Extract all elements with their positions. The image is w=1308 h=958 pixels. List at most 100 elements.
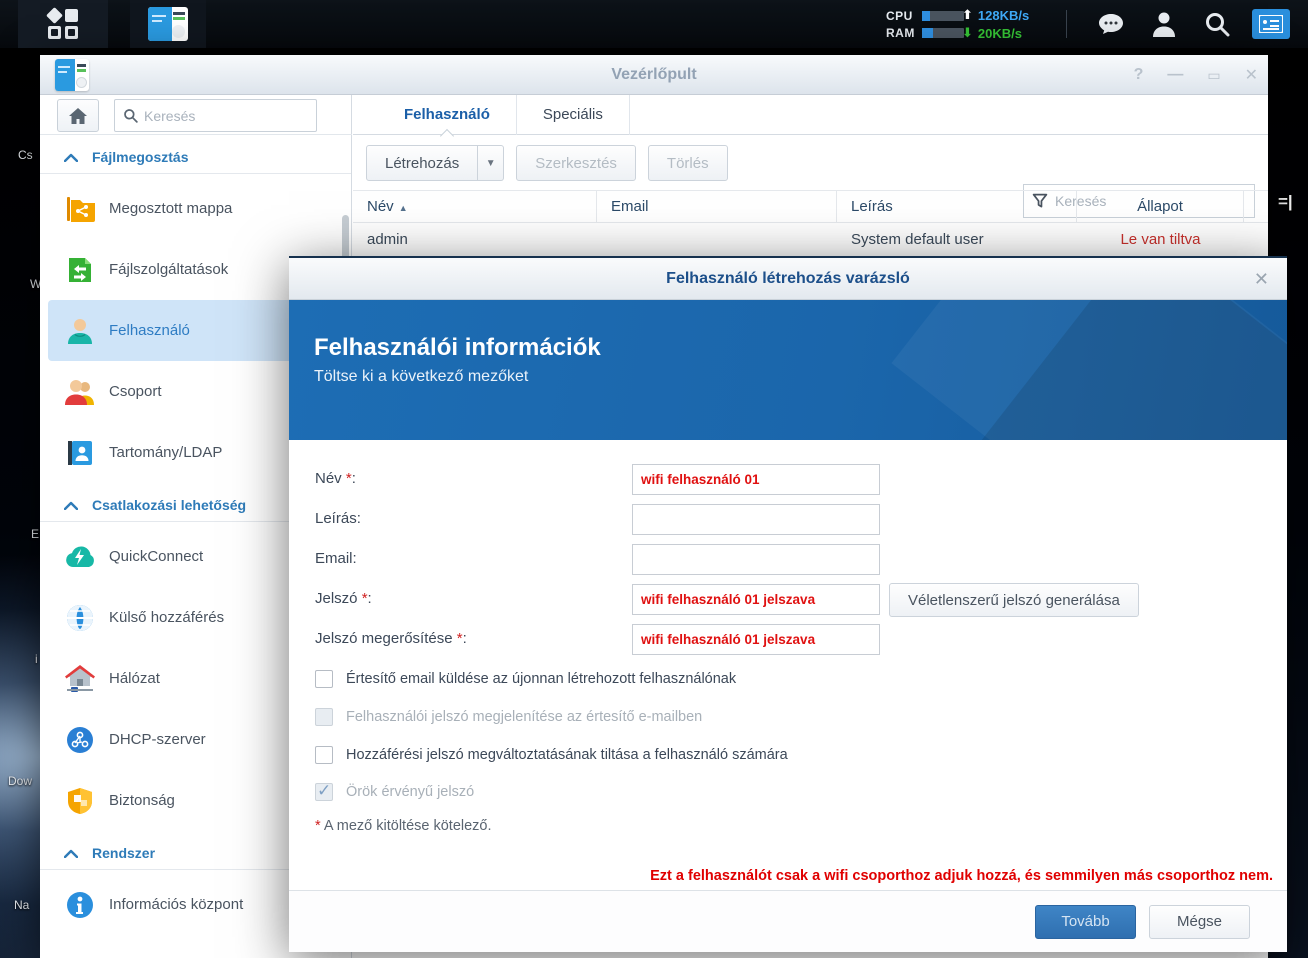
- search-icon: [123, 108, 138, 123]
- dialog-close-icon[interactable]: ✕: [1254, 258, 1269, 300]
- checkbox[interactable]: [315, 670, 333, 688]
- user-creation-dialog: Felhasználó létrehozás varázsló ✕ Felhas…: [289, 256, 1287, 952]
- cancel-button[interactable]: Mégse: [1149, 905, 1250, 939]
- dialog-body: Név *:Leírás:Email:Jelszó *:Véletlenszer…: [289, 440, 1287, 890]
- generate-password-button[interactable]: Véletlenszerű jelszó generálása: [889, 583, 1139, 617]
- upload-speed: 128KB/s: [978, 8, 1029, 23]
- checkbox-label: Felhasználói jelszó megjelenítése az ért…: [346, 708, 702, 727]
- sidebar-search-input[interactable]: [144, 108, 308, 124]
- dhcp-server-icon: [64, 724, 95, 755]
- checkbox-row[interactable]: Felhasználói jelszó megjelenítése az ért…: [315, 708, 702, 727]
- desktop-icon-label[interactable]: =|: [1278, 192, 1293, 212]
- field-label: Név *:: [315, 470, 356, 487]
- sidebar-item-shared-folder[interactable]: Megosztott mappa: [40, 178, 351, 239]
- desktop-icon-label[interactable]: Na: [14, 898, 29, 912]
- field-label: Jelszó megerősítése *:: [315, 630, 467, 647]
- edit-button[interactable]: Szerkesztés: [516, 145, 636, 181]
- chat-bubble-icon: [1098, 12, 1124, 36]
- column-header-email[interactable]: Email: [597, 190, 837, 223]
- network-speeds: ⬆ 128KB/s ⬇ 20KB/s: [962, 6, 1029, 42]
- ram-label: RAM: [886, 26, 922, 40]
- checkbox: [315, 708, 333, 726]
- user-menu-button[interactable]: [1147, 9, 1181, 39]
- sidebar-search[interactable]: [114, 99, 317, 132]
- create-button[interactable]: Létrehozás: [366, 145, 478, 181]
- toolbar: Létrehozás ▼ Szerkesztés Törlés: [353, 136, 1268, 190]
- tab-specialis[interactable]: Speciális: [517, 95, 630, 135]
- next-button[interactable]: Tovább: [1035, 905, 1136, 939]
- network-icon: [64, 663, 95, 694]
- sidebar-item-label: Információs központ: [109, 896, 243, 913]
- field-label: Jelszó *:: [315, 590, 372, 607]
- quickconnect-icon: [64, 541, 95, 572]
- search-button[interactable]: [1200, 9, 1234, 39]
- column-header-leírás[interactable]: Leírás: [837, 190, 1077, 223]
- home-icon: [68, 107, 88, 125]
- download-speed: 20KB/s: [978, 26, 1022, 41]
- main-menu-button[interactable]: [18, 0, 108, 48]
- checkbox-row[interactable]: Értesítő email küldése az újonnan létreh…: [315, 670, 736, 689]
- close-button[interactable]: ✕: [1245, 65, 1258, 85]
- cpu-label: CPU: [886, 9, 922, 23]
- cell-állapot: Le van tiltva: [1077, 231, 1244, 248]
- maximize-button[interactable]: ▭: [1207, 67, 1220, 84]
- banner-heading: Felhasználói információk: [314, 334, 1287, 362]
- sidebar-item-label: Külső hozzáférés: [109, 609, 224, 626]
- sidebar-section-0[interactable]: Fájlmegosztás: [40, 135, 351, 174]
- person-icon: [1152, 11, 1176, 37]
- ram-meter: [922, 28, 964, 38]
- field-input-3[interactable]: [632, 544, 880, 575]
- field-input-1[interactable]: [632, 464, 880, 495]
- checkbox-checked: [315, 783, 333, 801]
- checkbox-row[interactable]: Hozzáférési jelszó megváltoztatásának ti…: [315, 746, 788, 765]
- desktop-icon-label[interactable]: E: [31, 527, 39, 541]
- form-row: Jelszó megerősítése *:: [289, 624, 1287, 656]
- notifications-button[interactable]: [1094, 9, 1128, 39]
- field-input-5[interactable]: [632, 624, 880, 655]
- control-panel-icon: [148, 7, 188, 41]
- required-note: * A mező kitöltése kötelező.: [315, 818, 492, 834]
- main-menu-icon: [48, 9, 78, 39]
- chevron-up-icon: [64, 153, 78, 162]
- sidebar-item-label: QuickConnect: [109, 548, 203, 565]
- field-input-2[interactable]: [632, 504, 880, 535]
- create-dropdown-button[interactable]: ▼: [478, 145, 504, 181]
- sidebar-item-label: Tartomány/LDAP: [109, 444, 222, 461]
- file-services-icon: [64, 254, 95, 285]
- dialog-titlebar[interactable]: Felhasználó létrehozás varázsló ✕: [289, 258, 1287, 300]
- home-button[interactable]: [57, 99, 99, 132]
- sidebar-section-title: Fájlmegosztás: [92, 149, 188, 165]
- column-header-név[interactable]: Név▲: [353, 190, 597, 223]
- dialog-banner: Felhasználói információk Töltse ki a köv…: [289, 300, 1287, 440]
- widget-panel-icon: [1259, 15, 1283, 33]
- field-label: Email:: [315, 550, 357, 567]
- delete-button[interactable]: Törlés: [648, 145, 728, 181]
- security-icon: [64, 785, 95, 816]
- checkbox[interactable]: [315, 746, 333, 764]
- sidebar-item-label: Csoport: [109, 383, 162, 400]
- dialog-footer: Tovább Mégse: [289, 890, 1287, 952]
- sidebar-section-title: Rendszer: [92, 845, 155, 861]
- field-input-4[interactable]: [632, 584, 880, 615]
- checkbox-row[interactable]: Örök érvényű jelszó: [315, 783, 474, 802]
- tab-felhasznalo[interactable]: Felhasználó: [378, 95, 517, 135]
- sidebar-item-label: Fájlszolgáltatások: [109, 261, 228, 278]
- annotation-text: Ezt a felhasználót csak a wifi csoportho…: [650, 868, 1273, 884]
- window-titlebar[interactable]: Vezérlőpult ? — ▭ ✕: [40, 55, 1268, 95]
- column-header-állapot[interactable]: Állapot: [1077, 190, 1244, 223]
- sidebar-item-label: Hálózat: [109, 670, 160, 687]
- minimize-button[interactable]: —: [1167, 66, 1183, 84]
- table-row[interactable]: adminSystem default userLe van tiltva: [353, 223, 1268, 257]
- sidebar-item-user[interactable]: Felhasználó: [48, 300, 329, 361]
- form-row: Név *:: [289, 464, 1287, 496]
- shared-folder-icon: [64, 193, 95, 224]
- help-button[interactable]: ?: [1134, 66, 1144, 84]
- desktop-icon-label[interactable]: Dow: [8, 774, 32, 788]
- desktop-icon-label[interactable]: i: [35, 652, 38, 666]
- pilot-view-button[interactable]: [1252, 9, 1290, 39]
- taskbar: CPU RAM ⬆ 128KB/s ⬇ 20KB/s: [0, 0, 1308, 48]
- control-panel-taskbar-button[interactable]: [130, 0, 206, 48]
- resource-meters[interactable]: CPU RAM: [886, 7, 964, 41]
- group-icon: [64, 376, 95, 407]
- desktop-icon-label[interactable]: Cs: [18, 148, 33, 162]
